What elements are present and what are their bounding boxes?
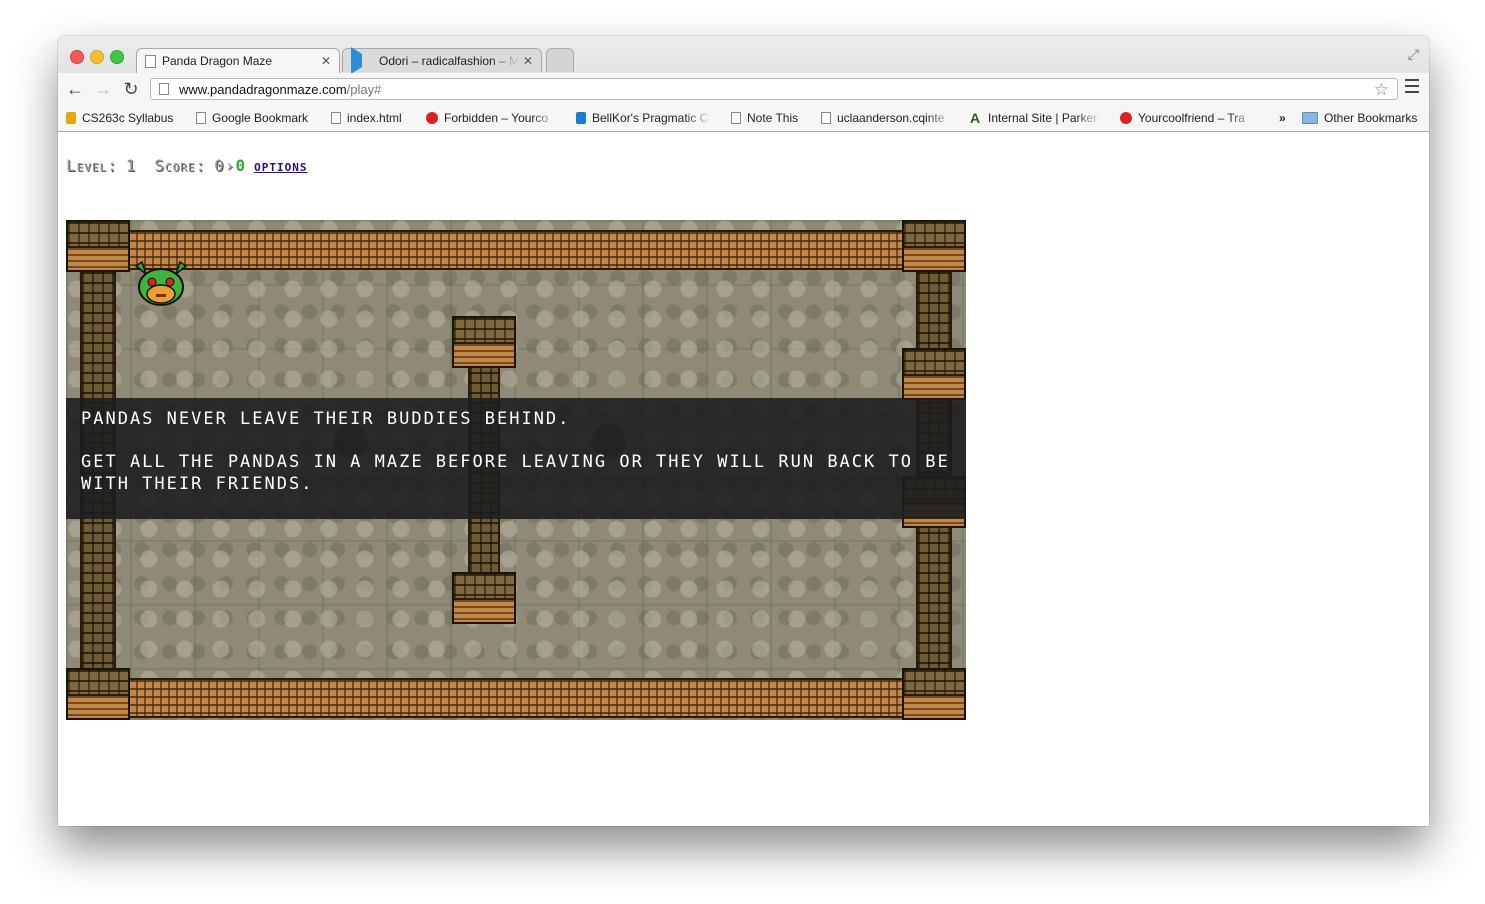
page-icon (331, 112, 341, 124)
bookmark-yourcoolfriend[interactable]: Yourcoolfriend – Tra (1120, 111, 1256, 125)
bookmark-internal-site[interactable]: A Internal Site | Parker (968, 111, 1102, 125)
bookmark-note-this[interactable]: Note This (731, 111, 798, 125)
game-hud: Level: 1 Score: 0 › 0 options (66, 156, 307, 175)
bookmark-uclaanderson[interactable]: uclaanderson.cqinte (821, 111, 953, 125)
fullscreen-icon[interactable]: ⤢ (1408, 46, 1419, 63)
corner-cap-bottom-left (66, 668, 130, 720)
page-icon (145, 54, 156, 68)
paw-icon (426, 112, 438, 124)
bookmark-bellkor[interactable]: BellKor's Pragmatic C (576, 111, 712, 125)
minimize-window-button[interactable] (90, 50, 104, 64)
corner-cap-bottom-right (902, 668, 966, 720)
score-label: Score: (154, 156, 207, 175)
score-separator: › (224, 156, 236, 175)
letter-a-icon: A (968, 111, 982, 125)
folder-icon (1302, 112, 1318, 124)
wall-top (126, 230, 906, 270)
hint-line-1: Pandas never leave their buddies behind. (81, 409, 571, 429)
page-content: Level: 1 Score: 0 › 0 options PANDAS NEV… (58, 132, 1429, 826)
page-icon (731, 112, 741, 124)
bookmark-forbidden[interactable]: Forbidden – Yourco (426, 111, 558, 125)
wall-bottom (126, 678, 906, 718)
close-tab-icon[interactable]: ✕ (523, 54, 533, 68)
center-pillar-cap-bottom (452, 572, 516, 624)
forward-button[interactable]: → (92, 78, 114, 100)
bookmarks-overflow-button[interactable]: » (1279, 111, 1286, 125)
close-window-button[interactable] (70, 50, 84, 64)
level-label: Level: (66, 156, 118, 175)
game-board[interactable]: Pandas never leave their buddies behind.… (66, 220, 966, 720)
globe-icon (576, 112, 586, 124)
tab-title: Panda Dragon Maze (162, 54, 273, 68)
new-tab-button[interactable] (546, 48, 574, 72)
maximize-window-button[interactable] (110, 50, 124, 64)
yellow-icon (66, 112, 76, 124)
options-link[interactable]: options (254, 156, 307, 175)
bookmark-google[interactable]: Google Bookmark (196, 111, 308, 125)
bookmark-cs263c[interactable]: CS263c Syllabus (66, 111, 173, 125)
page-icon (159, 83, 169, 95)
back-button[interactable]: ← (64, 78, 86, 100)
center-pillar-cap-top (452, 316, 516, 368)
tab-odori[interactable]: Odori – radicalfashion – My ✕ (342, 47, 542, 74)
page-icon (196, 112, 206, 124)
hint-message: Pandas never leave their buddies behind.… (66, 398, 966, 519)
dragon-player-icon (134, 260, 188, 306)
bookmark-index[interactable]: index.html (331, 111, 402, 125)
paw-icon (1120, 112, 1132, 124)
url-host: www.pandadragonmaze.com (179, 81, 347, 97)
reload-button[interactable]: ↻ (120, 78, 142, 100)
other-bookmarks-button[interactable]: Other Bookmarks (1302, 111, 1417, 125)
corner-cap-top-right (902, 220, 966, 272)
bookmark-star-icon[interactable]: ☆ (1374, 80, 1389, 100)
close-tab-icon[interactable]: ✕ (321, 54, 331, 68)
tab-title: Odori – radicalfashion – My (379, 53, 519, 68)
page-icon (821, 112, 831, 124)
tab-panda-dragon-maze[interactable]: Panda Dragon Maze ✕ (136, 48, 340, 73)
bookmarks-bar: CS263c Syllabus Google Bookmark index.ht… (58, 105, 1429, 131)
hint-line-2: Get all the pandas in a maze before leav… (81, 452, 950, 494)
score-pandas: 0 (214, 156, 225, 175)
address-bar[interactable]: www.pandadragonmaze.com/play# ☆ (150, 78, 1398, 100)
toolbar: ← → ↻ www.pandadragonmaze.com/play# ☆ (58, 73, 1429, 105)
play-icon (351, 47, 373, 74)
browser-chrome: Panda Dragon Maze ✕ Odori – radicalfashi… (58, 36, 1429, 132)
url-path: /play# (346, 81, 382, 97)
browser-window: Panda Dragon Maze ✕ Odori – radicalfashi… (58, 36, 1429, 826)
level-value: 1 (125, 156, 137, 175)
wall-cap-right-upper (902, 348, 966, 400)
menu-icon[interactable] (1405, 79, 1419, 93)
score-total: 0 (235, 156, 247, 175)
corner-cap-top-left (66, 220, 130, 272)
